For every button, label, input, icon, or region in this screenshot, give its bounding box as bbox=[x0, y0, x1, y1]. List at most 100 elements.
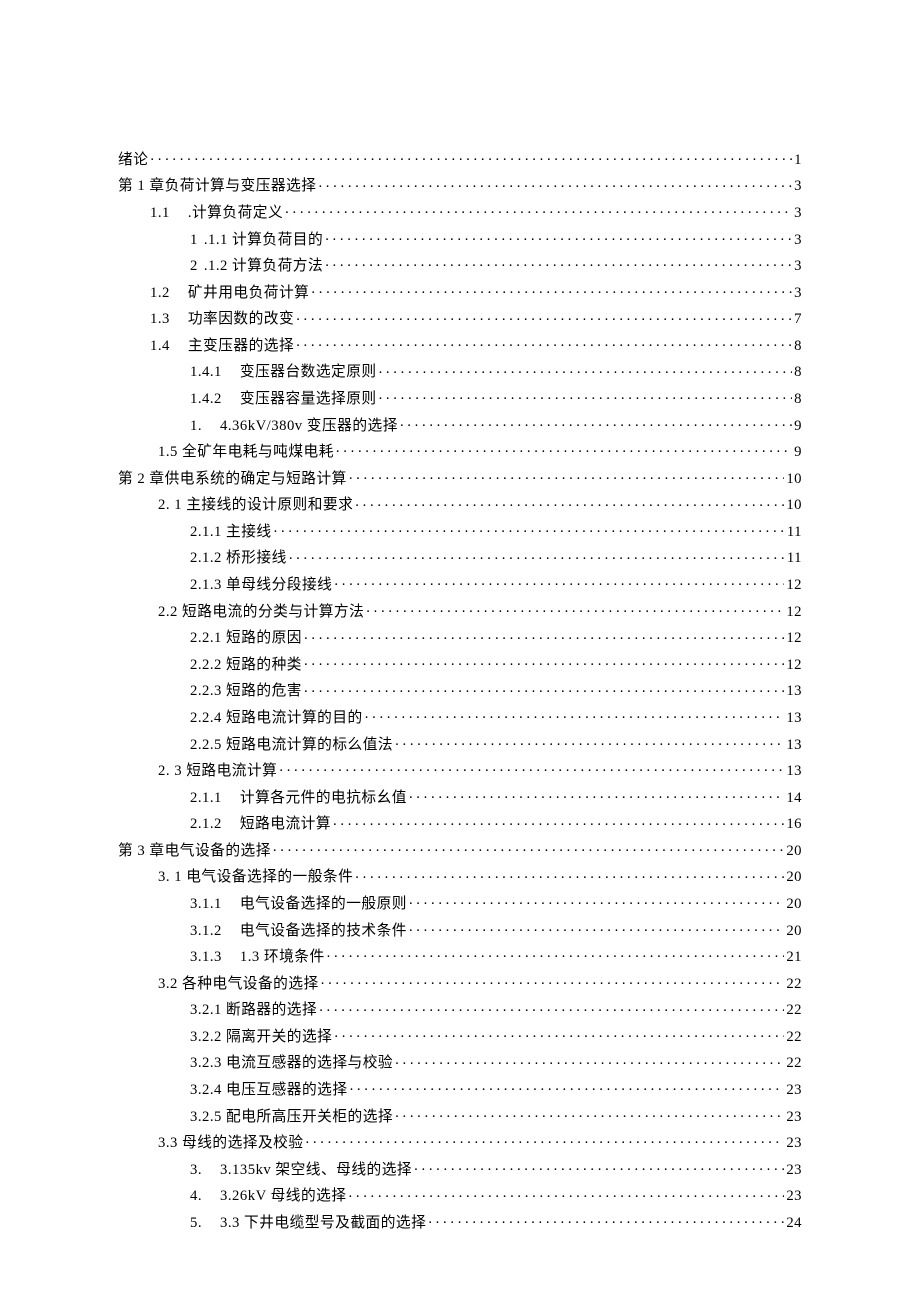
toc-entry-page: 3 bbox=[794, 206, 802, 221]
toc-leader-dots bbox=[273, 840, 784, 855]
toc-entry[interactable]: 1.4.1变压器台数选定原则8 bbox=[118, 358, 802, 385]
toc-entry-page: 22 bbox=[786, 977, 802, 992]
toc-entry[interactable]: 绪论1 bbox=[118, 145, 802, 172]
toc-entry[interactable]: 3.1.1电气设备选择的一般原则20 bbox=[118, 889, 802, 916]
toc-entry[interactable]: 1.3功率因数的改变7 bbox=[118, 304, 802, 331]
toc-entry-number: 1.4.1 bbox=[190, 365, 222, 380]
toc-entry[interactable]: 1.2矿井用电负荷计算3 bbox=[118, 278, 802, 305]
toc-entry[interactable]: 2.1.2 计算负荷方法3 bbox=[118, 251, 802, 278]
toc-entry[interactable]: 2.1.1计算各元件的电抗标幺值14 bbox=[118, 783, 802, 810]
toc-entry-page: 7 bbox=[794, 312, 802, 327]
toc-entry[interactable]: 3.2.1 断路器的选择22 bbox=[118, 996, 802, 1023]
toc-leader-dots bbox=[325, 229, 792, 244]
toc-entry[interactable]: 3.2.5 配电所高压开关柜的选择23 bbox=[118, 1102, 802, 1129]
toc-entry-label: .1.1 计算负荷目的 bbox=[204, 233, 323, 248]
toc-entry[interactable]: 3.1.31.3 环境条件21 bbox=[118, 942, 802, 969]
toc-entry-label: 变压器台数选定原则 bbox=[240, 365, 377, 380]
toc-entry[interactable]: 1.4主变压器的选择8 bbox=[118, 331, 802, 358]
toc-entry-number: 1.2 bbox=[150, 286, 170, 301]
toc-entry-page: 24 bbox=[786, 1216, 802, 1231]
toc-leader-dots bbox=[325, 255, 792, 270]
toc-entry-label: 1.5 全矿年电耗与吨煤电耗 bbox=[158, 445, 334, 460]
toc-entry[interactable]: 3.3.135kv 架空线、母线的选择23 bbox=[118, 1155, 802, 1182]
toc-entry[interactable]: 第 2 章供电系统的确定与短路计算10 bbox=[118, 464, 802, 491]
toc-entry-page: 22 bbox=[786, 1030, 802, 1045]
toc-leader-dots bbox=[334, 1026, 784, 1041]
toc-entry-label: 第 3 章电气设备的选择 bbox=[118, 844, 271, 859]
toc-entry-page: 20 bbox=[786, 870, 802, 885]
toc-entry-page: 3 bbox=[794, 179, 802, 194]
toc-entry[interactable]: 2.2.2 短路的种类12 bbox=[118, 650, 802, 677]
toc-entry[interactable]: 2.1.3 单母线分段接线12 bbox=[118, 570, 802, 597]
toc-entry-number: 4. bbox=[190, 1189, 202, 1204]
toc-entry[interactable]: 3.2.3 电流互感器的选择与校验22 bbox=[118, 1049, 802, 1076]
toc-entry-page: 10 bbox=[786, 498, 802, 513]
toc-entry[interactable]: 3.2 各种电气设备的选择 22 bbox=[118, 969, 802, 996]
toc-leader-dots bbox=[365, 707, 785, 722]
toc-entry-page: 22 bbox=[786, 1056, 802, 1071]
toc-entry[interactable]: 4. 3.26kV 母线的选择 23 bbox=[118, 1182, 802, 1209]
toc-leader-dots bbox=[321, 973, 785, 988]
toc-entry[interactable]: 1.4.2变压器容量选择原则8 bbox=[118, 384, 802, 411]
toc-entry-page: 11 bbox=[787, 525, 802, 540]
toc-entry[interactable]: 1.1.1 计算负荷目的3 bbox=[118, 225, 802, 252]
toc-entry-label: 3.2.5 配电所高压开关柜的选择 bbox=[190, 1110, 393, 1125]
toc-entry-label: 3.2.4 电压互感器的选择 bbox=[190, 1083, 348, 1098]
toc-entry-number: 2.1.1 bbox=[190, 791, 222, 806]
toc-entry[interactable]: 第 1 章负荷计算与变压器选择3 bbox=[118, 172, 802, 199]
toc-entry[interactable]: 3.1.2电气设备选择的技术条件20 bbox=[118, 916, 802, 943]
toc-entry[interactable]: 3. 1 电气设备选择的一般条件20 bbox=[118, 863, 802, 890]
toc-entry-number: 1 bbox=[190, 233, 198, 248]
toc-entry-label: 2.2.2 短路的种类 bbox=[190, 658, 302, 673]
toc-entry[interactable]: 3.2.4 电压互感器的选择23 bbox=[118, 1075, 802, 1102]
toc-entry[interactable]: 2. 3 短路电流计算 13 bbox=[118, 756, 802, 783]
toc-entry-page: 13 bbox=[786, 764, 802, 779]
toc-leader-dots bbox=[366, 601, 784, 616]
toc-entry-number: 1.3 bbox=[150, 312, 170, 327]
toc-entry[interactable]: 2.2.1 短路的原因12 bbox=[118, 623, 802, 650]
toc-entry-number: 1.4.2 bbox=[190, 392, 222, 407]
toc-entry[interactable]: 5.3.3 下井电缆型号及截面的选择24 bbox=[118, 1208, 802, 1235]
toc-entry[interactable]: 3.3 母线的选择及校验23 bbox=[118, 1128, 802, 1155]
toc-entry[interactable]: 2.1.1 主接线11 bbox=[118, 517, 802, 544]
toc-leader-dots bbox=[285, 202, 792, 217]
toc-entry[interactable]: 2.2 短路电流的分类与计算方法12 bbox=[118, 597, 802, 624]
toc-entry-page: 23 bbox=[786, 1189, 802, 1204]
toc-entry[interactable]: 2.2.5 短路电流计算的标么值法13 bbox=[118, 730, 802, 757]
toc-entry-page: 8 bbox=[794, 392, 802, 407]
toc-entry-label: 1.3 环境条件 bbox=[240, 950, 325, 965]
toc-entry[interactable]: 2.1.2短路电流计算16 bbox=[118, 809, 802, 836]
toc-entry-label: 2. 3 短路电流计算 bbox=[158, 764, 277, 779]
toc-entry[interactable]: 第 3 章电气设备的选择20 bbox=[118, 836, 802, 863]
toc-entry[interactable]: 3.2.2 隔离开关的选择22 bbox=[118, 1022, 802, 1049]
toc-entry-page: 13 bbox=[786, 738, 802, 753]
toc-leader-dots bbox=[274, 521, 785, 536]
toc-entry-number: 3.1.1 bbox=[190, 897, 222, 912]
toc-leader-dots bbox=[395, 1106, 784, 1121]
toc-leader-dots bbox=[333, 814, 784, 829]
toc-entry[interactable]: 1.4.36kV/380v 变压器的选择9 bbox=[118, 411, 802, 438]
toc-entry-label: 3.2 各种电气设备的选择 bbox=[158, 977, 319, 992]
toc-entry-number: 5. bbox=[190, 1216, 202, 1231]
toc-entry-label: 3.26kV 母线的选择 bbox=[220, 1189, 347, 1204]
toc-entry[interactable]: 2.2.3 短路的危害13 bbox=[118, 677, 802, 704]
toc-entry[interactable]: 2.2.4 短路电流计算的目的13 bbox=[118, 703, 802, 730]
toc-entry-label: 2.2.4 短路电流计算的目的 bbox=[190, 711, 363, 726]
toc-entry-page: 23 bbox=[786, 1163, 802, 1178]
toc-leader-dots bbox=[409, 920, 784, 935]
toc-leader-dots bbox=[395, 734, 784, 749]
toc-leader-dots bbox=[306, 1132, 785, 1147]
toc-entry[interactable]: 1.5 全矿年电耗与吨煤电耗 9 bbox=[118, 437, 802, 464]
toc-leader-dots bbox=[409, 893, 784, 908]
toc-entry-label: 第 2 章供电系统的确定与短路计算 bbox=[118, 472, 347, 487]
toc-leader-dots bbox=[414, 1159, 784, 1174]
toc-entry-page: 9 bbox=[794, 445, 802, 460]
toc-entry[interactable]: 2.1.2 桥形接线11 bbox=[118, 544, 802, 571]
toc-leader-dots bbox=[304, 628, 784, 643]
toc-list: 绪论1第 1 章负荷计算与变压器选择31.1.计算负荷定义3 1 .1.1 计算负荷… bbox=[118, 145, 802, 1235]
toc-entry-label: 2.2.3 短路的危害 bbox=[190, 684, 302, 699]
toc-entry[interactable]: 1.1.计算负荷定义3 bbox=[118, 198, 802, 225]
toc-entry-label: 计算各元件的电抗标幺值 bbox=[240, 791, 407, 806]
toc-entry-page: 8 bbox=[794, 339, 802, 354]
toc-entry[interactable]: 2. 1 主接线的设计原则和要求10 bbox=[118, 491, 802, 518]
